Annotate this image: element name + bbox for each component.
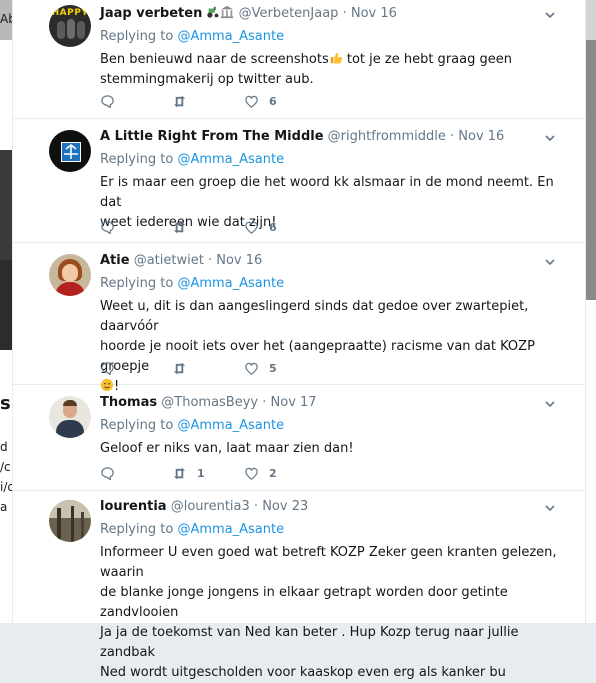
avatar[interactable]	[49, 130, 91, 172]
tweet-text: Informeer U even goed wat betreft KOZP Z…	[100, 545, 557, 680]
display-name[interactable]: Jaap verbeten	[100, 6, 202, 21]
reply-icon	[101, 95, 114, 108]
chevron-down-icon[interactable]	[543, 397, 557, 411]
retweet-button[interactable]: 1	[172, 466, 244, 481]
like-count: 6	[269, 95, 277, 108]
chevron-down-icon[interactable]	[543, 255, 557, 269]
like-button[interactable]: 5	[244, 361, 316, 376]
handle[interactable]: @atietwiet	[134, 253, 204, 268]
classical-building-emoji-icon	[220, 5, 234, 19]
timestamp[interactable]: Nov 16	[458, 129, 504, 144]
reply-icon	[101, 362, 114, 375]
mention-link[interactable]: @Amma_Asante	[177, 418, 284, 433]
retweet-button[interactable]	[172, 361, 244, 376]
replying-to-label: Replying to	[100, 152, 174, 167]
tweet-text: Ben benieuwd naar de screenshots tot je …	[100, 51, 512, 87]
like-button[interactable]: 2	[244, 466, 316, 481]
timestamp[interactable]: Nov 17	[271, 395, 317, 410]
mention-link[interactable]: @Amma_Asante	[177, 29, 284, 44]
arrows-logo-icon	[64, 143, 78, 159]
timestamp[interactable]: Nov 16	[351, 6, 397, 21]
chevron-down-icon[interactable]	[543, 501, 557, 515]
retweet-icon	[173, 95, 186, 108]
heart-icon	[245, 362, 258, 375]
tweet[interactable]: A Little Right From The Middle @rightfro…	[13, 118, 585, 243]
display-name[interactable]: Atie	[100, 253, 130, 268]
handle[interactable]: @ThomasBeyy	[161, 395, 258, 410]
tweet[interactable]: Thomas @ThomasBeyy · Nov 17 Replying to …	[13, 384, 585, 491]
thumbs-up-emoji-icon	[329, 51, 343, 65]
mention-link[interactable]: @Amma_Asante	[177, 152, 284, 167]
replying-to-label: Replying to	[100, 276, 174, 291]
mention-link[interactable]: @Amma_Asante	[177, 276, 284, 291]
retweet-icon	[173, 221, 186, 234]
tweet[interactable]: Atie @atietwiet · Nov 16 Replying to @Am…	[13, 242, 585, 394]
reply-icon	[101, 467, 114, 480]
display-name[interactable]: lourentia	[100, 499, 167, 514]
replying-to-label: Replying to	[100, 418, 174, 433]
background-fragment: s	[0, 393, 11, 414]
retweet-icon	[173, 467, 186, 480]
handle[interactable]: @lourentia3	[171, 499, 250, 514]
retweet-button[interactable]	[172, 94, 244, 109]
like-count: 5	[269, 362, 277, 375]
background-fragment: d	[0, 440, 8, 454]
avatar[interactable]	[49, 396, 91, 438]
heart-icon	[245, 221, 258, 234]
avatar-logo-text: HAPPY	[51, 8, 89, 18]
display-name[interactable]: A Little Right From The Middle	[100, 129, 324, 144]
avatar[interactable]	[49, 254, 91, 296]
tractor-emoji-icon	[206, 5, 220, 19]
replying-to-label: Replying to	[100, 522, 174, 537]
retweet-count: 1	[197, 467, 205, 480]
reply-timeline: HAPPY Jaap verbeten @VerbetenJaap · Nov …	[12, 0, 586, 680]
avatar[interactable]	[49, 500, 91, 542]
reply-icon	[101, 221, 114, 234]
replying-to-label: Replying to	[100, 29, 174, 44]
tweet[interactable]: HAPPY Jaap verbeten @VerbetenJaap · Nov …	[13, 0, 585, 119]
reply-button[interactable]	[100, 361, 172, 376]
reply-button[interactable]	[100, 466, 172, 481]
handle[interactable]: @rightfrommiddle	[328, 129, 446, 144]
chevron-down-icon[interactable]	[543, 131, 557, 145]
background-fragment: /c	[0, 460, 11, 474]
mention-link[interactable]: @Amma_Asante	[177, 522, 284, 537]
like-count: 6	[269, 221, 277, 234]
reply-button[interactable]	[100, 94, 172, 109]
timestamp[interactable]: Nov 23	[262, 499, 308, 514]
avatar[interactable]: HAPPY	[49, 5, 91, 47]
tweet-text: Weet u, dit is dan aangeslingerd sinds d…	[100, 299, 535, 394]
handle[interactable]: @VerbetenJaap	[239, 6, 339, 21]
like-button[interactable]: 6	[244, 94, 316, 109]
retweet-button[interactable]	[172, 220, 244, 235]
tweet[interactable]: lourentia @lourentia3 · Nov 23 Replying …	[13, 490, 585, 680]
reply-button[interactable]	[100, 220, 172, 235]
display-name[interactable]: Thomas	[100, 395, 157, 410]
retweet-icon	[173, 362, 186, 375]
background-left-edge: Ab s d /c i/c a n	[0, 0, 19, 623]
heart-icon	[245, 95, 258, 108]
like-button[interactable]: 6	[244, 220, 316, 235]
chevron-down-icon[interactable]	[543, 8, 557, 22]
like-count: 2	[269, 467, 277, 480]
timestamp[interactable]: Nov 16	[216, 253, 262, 268]
heart-icon	[245, 467, 258, 480]
tweet-text: Geloof er niks van, laat maar zien dan!	[100, 441, 354, 456]
